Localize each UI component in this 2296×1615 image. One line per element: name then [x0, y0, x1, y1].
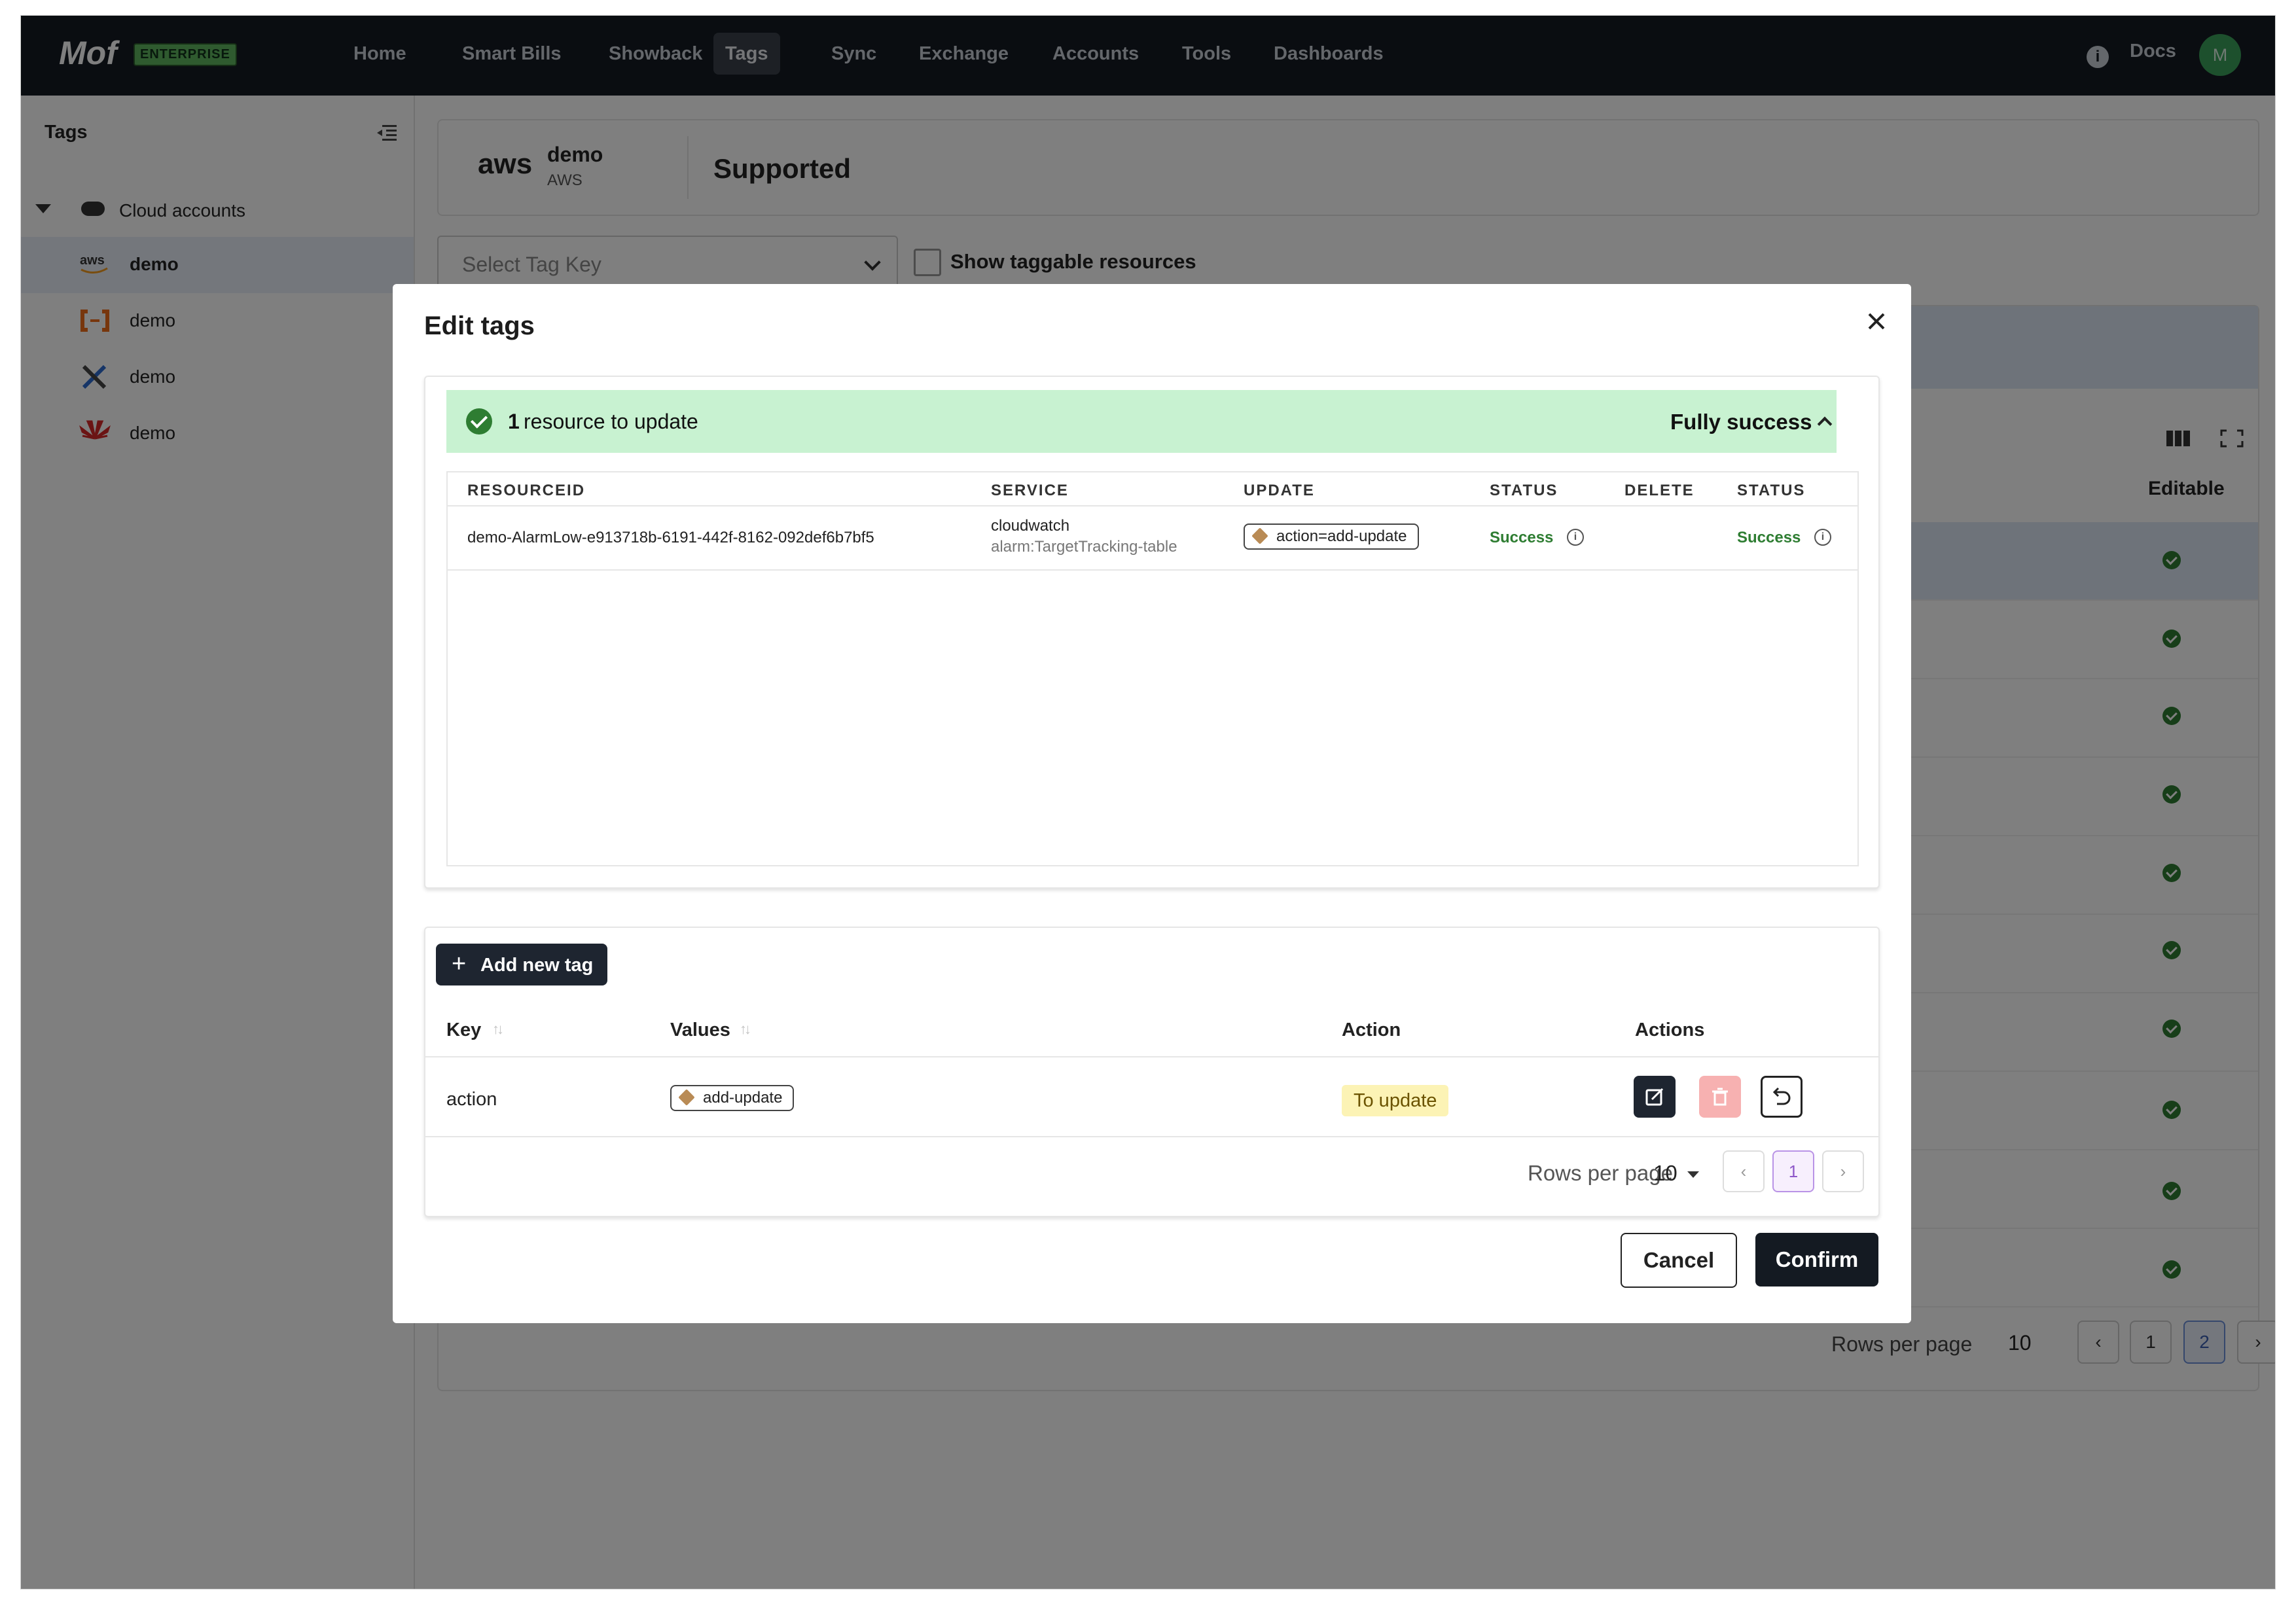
dialog-title: Edit tags [424, 311, 535, 340]
edit-icon [1645, 1088, 1664, 1106]
tag-value-chip: add-update [670, 1085, 795, 1111]
prev-page-button[interactable]: ‹ [1723, 1150, 1765, 1192]
edit-tag-button[interactable] [1634, 1076, 1676, 1118]
confirm-button[interactable]: Confirm [1755, 1233, 1878, 1287]
update-results-panel: 1 resource to update Fully success RESOU… [424, 376, 1880, 889]
column-header-service: SERVICE [991, 482, 1069, 499]
undo-icon [1772, 1087, 1791, 1105]
tag-icon [678, 1089, 695, 1106]
sort-icon[interactable]: ↑↓ [492, 1021, 507, 1040]
result-banner[interactable]: 1 resource to update Fully success [446, 390, 1837, 453]
rows-per-page-select[interactable]: 10 [1653, 1161, 1677, 1186]
trash-icon [1712, 1088, 1728, 1106]
chevron-up-icon[interactable] [1817, 416, 1833, 432]
info-icon[interactable]: i [1567, 529, 1584, 546]
column-header-values[interactable]: Values [670, 1020, 730, 1041]
resource-count-label: resource to update [524, 410, 698, 433]
service-name: cloudwatch [991, 517, 1070, 535]
column-header-resourceid: RESOURCEID [467, 482, 586, 499]
sort-icon[interactable]: ↑↓ [740, 1021, 754, 1040]
column-header-action: Action [1342, 1020, 1401, 1040]
undo-tag-button[interactable] [1761, 1076, 1803, 1118]
tag-key: action [446, 1089, 497, 1110]
caret-down-icon[interactable] [1687, 1171, 1699, 1178]
divider [425, 1056, 1878, 1057]
column-header-delete-status: STATUS [1737, 482, 1806, 499]
edit-tags-dialog: Edit tags 1 resource to update Fully suc… [393, 284, 1911, 1323]
service-resource-type: alarm:TargetTracking-table [991, 538, 1177, 556]
app-window: Mof ENTERPRISE Home Smart Bills Showback… [21, 16, 2275, 1589]
delete-tag-button[interactable] [1699, 1076, 1741, 1118]
update-status: Success [1490, 529, 1554, 546]
update-tag-chip: action=add-update [1244, 524, 1419, 550]
column-header-delete: DELETE [1624, 482, 1695, 499]
success-check-icon [466, 408, 492, 435]
column-header-actions: Actions [1635, 1020, 1705, 1040]
divider [425, 1136, 1878, 1137]
next-page-button[interactable]: › [1822, 1150, 1864, 1192]
tag-icon [1251, 527, 1268, 544]
column-header-update: UPDATE [1244, 482, 1315, 499]
rows-per-page-label: Rows per page [1528, 1161, 1673, 1185]
tag-editor-panel: + Add new tag Key ↑↓ Values ↑↓ Action Ac… [424, 927, 1880, 1217]
result-status: Fully success [1670, 410, 1812, 434]
cancel-button[interactable]: Cancel [1621, 1233, 1737, 1288]
info-icon[interactable]: i [1814, 529, 1831, 546]
plus-icon: + [452, 950, 467, 978]
action-badge: To update [1342, 1085, 1449, 1116]
delete-status: Success [1737, 529, 1801, 546]
add-new-tag-button[interactable]: + Add new tag [436, 944, 607, 985]
column-header-key[interactable]: Key [446, 1020, 481, 1041]
resource-count: 1 [508, 410, 520, 433]
divider [448, 505, 1857, 506]
resource-id: demo-AlarmLow-e913718b-6191-442f-8162-09… [467, 529, 874, 546]
resource-results-table: RESOURCEID SERVICE UPDATE STATUS DELETE … [446, 471, 1859, 866]
column-header-status: STATUS [1490, 482, 1558, 499]
close-icon[interactable] [1861, 306, 1892, 336]
page-button-current[interactable]: 1 [1772, 1150, 1814, 1192]
divider [448, 569, 1857, 571]
